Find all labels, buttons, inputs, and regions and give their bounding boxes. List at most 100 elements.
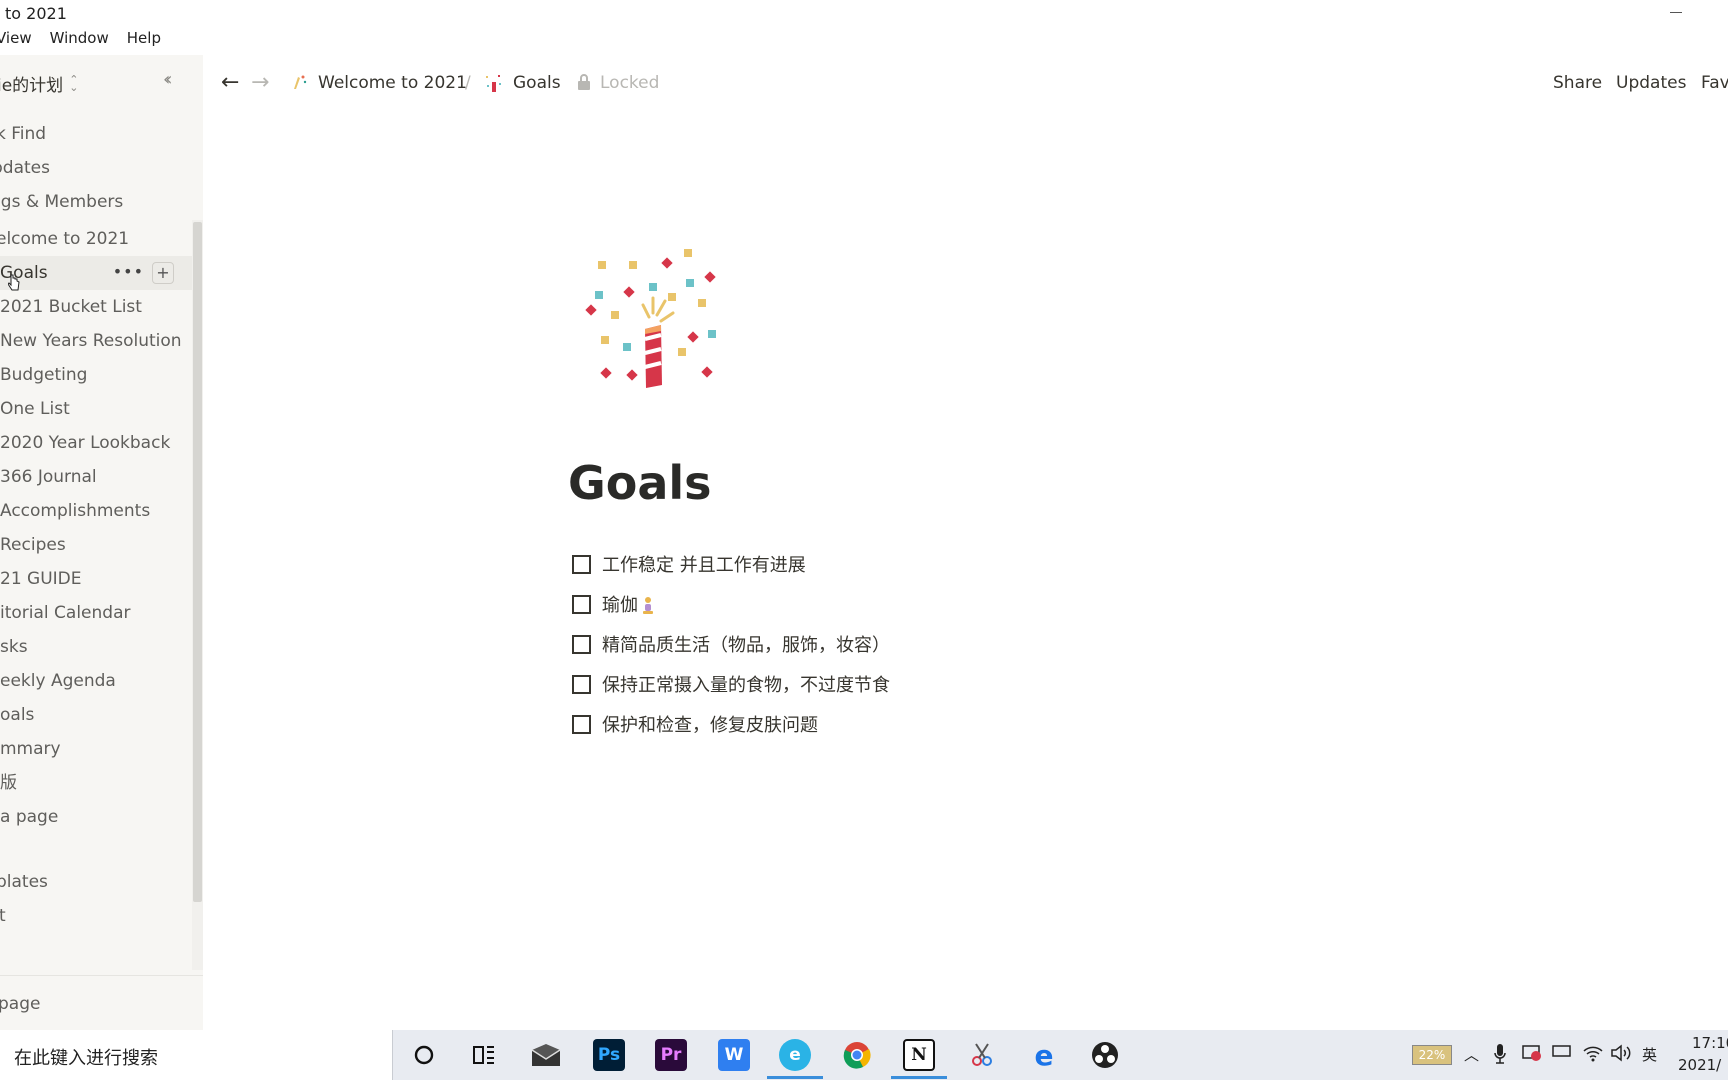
- quick-find-link[interactable]: k Find: [0, 117, 123, 151]
- menu-window[interactable]: Window: [50, 29, 109, 53]
- device-icon[interactable]: [1552, 1044, 1572, 1062]
- breadcrumb-welcome[interactable]: Welcome to 2021: [318, 73, 467, 93]
- minimize-button[interactable]: [1670, 0, 1684, 22]
- workspace-name: ie的计划: [0, 76, 64, 96]
- sidebar-item-goals[interactable]: Goals ••• +: [0, 255, 192, 291]
- active-app-indicator: [891, 1076, 947, 1079]
- mouse-cursor-icon: [8, 274, 20, 291]
- sidebar-item-goals-2[interactable]: oals: [0, 698, 192, 732]
- page-title[interactable]: Goals: [568, 456, 712, 510]
- wifi-icon[interactable]: [1582, 1044, 1604, 1066]
- sidebar-item-one-list[interactable]: One List: [0, 392, 192, 426]
- sidebar-item-budgeting[interactable]: Budgeting: [0, 358, 192, 392]
- wps-writer-icon[interactable]: W: [718, 1039, 750, 1071]
- todo-checkbox[interactable]: [572, 554, 591, 574]
- todo-text[interactable]: 保持正常摄入量的食物，不过度节食: [602, 671, 890, 697]
- sidebar-item-accomplishments[interactable]: Accomplishments: [0, 494, 192, 528]
- sidebar-item-version[interactable]: 版: [0, 766, 192, 800]
- import-link[interactable]: rt: [0, 899, 48, 933]
- locked-status[interactable]: Locked: [600, 73, 659, 93]
- templates-link[interactable]: plates: [0, 865, 48, 899]
- security-icon[interactable]: [1522, 1044, 1542, 1066]
- workspace-switcher[interactable]: ie的计划 ⌃ ⌄: [0, 71, 79, 97]
- chrome-icon[interactable]: [841, 1039, 873, 1071]
- sidebar-item-new-years-resolution[interactable]: New Years Resolution: [0, 324, 192, 358]
- todo-text-label: 瑜伽: [602, 595, 638, 616]
- back-arrow-icon[interactable]: ←: [221, 70, 239, 95]
- todo-item: 保护和检查，修复皮肤问题: [572, 709, 818, 739]
- todo-checkbox[interactable]: [572, 594, 591, 614]
- todo-text[interactable]: 保护和检查，修复皮肤问题: [602, 711, 818, 737]
- menu-view[interactable]: View: [0, 29, 32, 53]
- todo-item: 精简品质生活（物品，服饰，妆容）: [572, 629, 890, 659]
- new-page-button[interactable]: page: [0, 994, 40, 1014]
- photoshop-icon[interactable]: Ps: [593, 1039, 625, 1071]
- party-popper-small-icon: [294, 75, 307, 89]
- sidebar-item-guide[interactable]: 21 GUIDE: [0, 562, 192, 596]
- input-method-indicator[interactable]: 英: [1642, 1044, 1657, 1065]
- battery-indicator[interactable]: 22%: [1412, 1045, 1452, 1065]
- sidebar-item-add-page[interactable]: a page: [0, 800, 192, 834]
- more-options-icon[interactable]: •••: [113, 255, 144, 289]
- collapse-sidebar-icon[interactable]: ‹‹: [163, 69, 173, 90]
- sidebar: ie的计划 ⌃⌄ ‹‹ k Find pdates ngs & Members …: [0, 55, 203, 1031]
- browser-e-icon[interactable]: e: [779, 1039, 811, 1071]
- snipping-tool-icon[interactable]: [966, 1039, 998, 1071]
- edge-icon[interactable]: e: [1028, 1039, 1060, 1072]
- menu-help[interactable]: Help: [127, 29, 161, 53]
- chevron-updown-icon: ⌃ ⌄: [69, 72, 79, 94]
- taskbar-search-box[interactable]: 在此键入进行搜索: [0, 1030, 393, 1080]
- sidebar-item-journal[interactable]: 366 Journal: [0, 460, 192, 494]
- updates-button[interactable]: Updates: [1616, 73, 1686, 93]
- notion-window: to 2021 View Window Help ie的计划 ⌃ ⌄ ‹‹ k F…: [0, 0, 1728, 1080]
- breadcrumb-goals[interactable]: Goals: [513, 73, 561, 93]
- all-updates-link[interactable]: pdates: [0, 151, 123, 185]
- show-hidden-icons-icon[interactable]: ︿: [1464, 1044, 1479, 1065]
- forward-arrow-icon[interactable]: →: [251, 70, 269, 95]
- sidebar-item-summary[interactable]: mmary: [0, 732, 192, 766]
- add-subpage-icon[interactable]: +: [152, 262, 174, 284]
- todo-text[interactable]: 工作稳定 并且工作有进展: [602, 551, 806, 577]
- share-button[interactable]: Share: [1553, 73, 1602, 93]
- todo-checkbox[interactable]: [572, 714, 591, 734]
- sidebar-scrollbar[interactable]: [193, 222, 202, 902]
- sidebar-item-tasks[interactable]: sks: [0, 630, 192, 664]
- clock-date[interactable]: 2021/: [1678, 1056, 1721, 1074]
- notion-icon[interactable]: N: [903, 1039, 935, 1071]
- sidebar-item-label: elcome to 2021: [0, 229, 130, 249]
- confetti-small-icon: [486, 75, 501, 92]
- sidebar-page-list: elcome to 2021 Goals ••• + 2021 Bucket L…: [0, 222, 192, 834]
- sidebar-item-bucket-list[interactable]: 2021 Bucket List: [0, 290, 192, 324]
- party-popper-icon[interactable]: [583, 243, 733, 393]
- clock-time[interactable]: 17:10: [1692, 1034, 1728, 1052]
- sidebar-item-weekly-agenda[interactable]: eekly Agenda: [0, 664, 192, 698]
- microphone-icon[interactable]: [1494, 1044, 1506, 1068]
- sidebar-item-welcome[interactable]: elcome to 2021: [0, 222, 192, 256]
- title-bar: to 2021: [0, 0, 1728, 26]
- sidebar-item-recipes[interactable]: Recipes: [0, 528, 192, 562]
- todo-checkbox[interactable]: [572, 674, 591, 694]
- sidebar-item-editorial-calendar[interactable]: itorial Calendar: [0, 596, 192, 630]
- volume-icon[interactable]: [1610, 1044, 1632, 1066]
- breadcrumb-separator: /: [465, 73, 471, 93]
- sidebar-footer: page: [0, 975, 203, 1031]
- search-placeholder: 在此键入进行搜索: [14, 1048, 158, 1069]
- todo-item: 保持正常摄入量的食物，不过度节食: [572, 669, 890, 699]
- todo-item: 瑜伽: [572, 589, 654, 619]
- todo-checkbox[interactable]: [572, 634, 591, 654]
- mail-icon[interactable]: [530, 1039, 562, 1071]
- cortana-icon[interactable]: [408, 1039, 440, 1071]
- windows-taskbar: 在此键入进行搜索 Ps Pr W e N e 22% ︿ 英 17:1 2021…: [0, 1030, 1728, 1080]
- favorite-button[interactable]: Fav: [1701, 73, 1728, 93]
- todo-text[interactable]: 精简品质生活（物品，服饰，妆容）: [602, 631, 890, 657]
- window-edge: [1720, 4, 1728, 20]
- task-view-icon[interactable]: [468, 1039, 500, 1071]
- obs-icon[interactable]: [1089, 1039, 1121, 1071]
- premiere-icon[interactable]: Pr: [655, 1039, 687, 1071]
- todo-text[interactable]: 瑜伽: [602, 591, 654, 617]
- lock-icon: [578, 74, 590, 90]
- settings-members-link[interactable]: ngs & Members: [0, 185, 123, 219]
- sidebar-item-year-lookback[interactable]: 2020 Year Lookback: [0, 426, 192, 460]
- sidebar-top-links: k Find pdates ngs & Members: [0, 117, 123, 219]
- top-bar: ← → Welcome to 2021 / Goals Locked Share…: [203, 55, 1728, 111]
